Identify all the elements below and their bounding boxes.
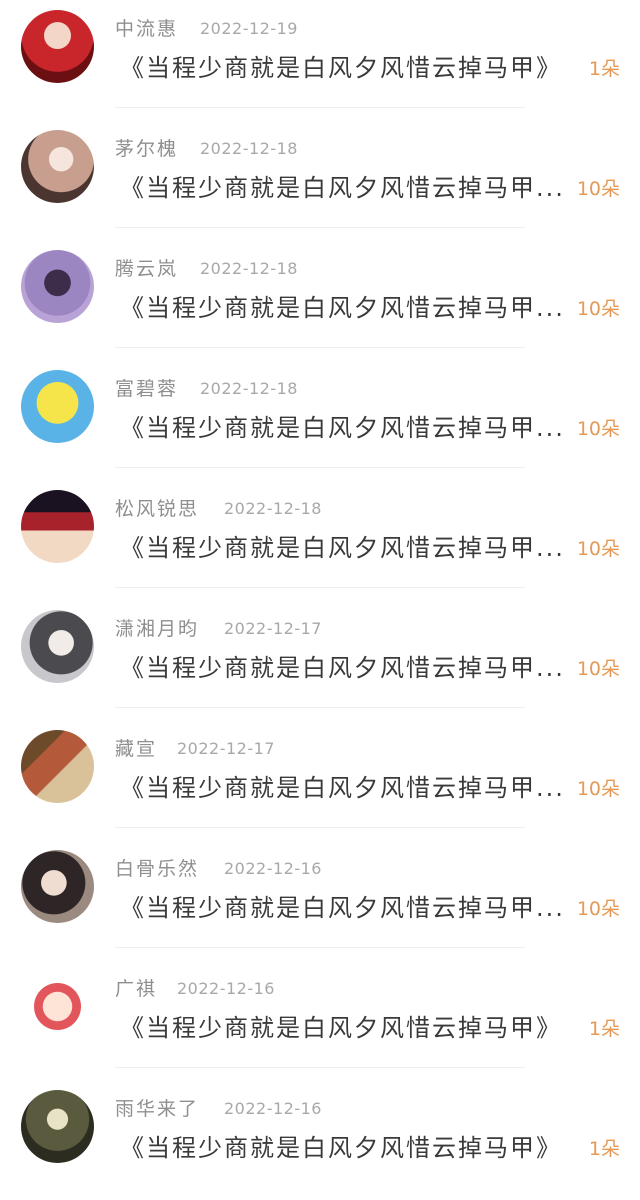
gift-date: 2022-12-17 xyxy=(177,739,275,758)
gift-book-title[interactable]: 《当程少商就是白风夕风惜云掉马甲... xyxy=(120,288,580,323)
divider xyxy=(115,827,525,828)
flower-count: 10朵 xyxy=(576,418,620,440)
list-item[interactable]: 腾云岚 2022-12-18 《当程少商就是白风夕风惜云掉马甲... 10朵 xyxy=(0,240,640,360)
avatar[interactable] xyxy=(21,610,94,683)
divider xyxy=(115,107,525,108)
list-item[interactable]: 富碧蓉 2022-12-18 《当程少商就是白风夕风惜云掉马甲... 10朵 xyxy=(0,360,640,480)
gift-date: 2022-12-18 xyxy=(200,379,298,398)
flower-count: 10朵 xyxy=(576,778,620,800)
gift-date: 2022-12-18 xyxy=(200,139,298,158)
divider xyxy=(115,1067,525,1068)
list-item[interactable]: 藏宣 2022-12-17 《当程少商就是白风夕风惜云掉马甲... 10朵 xyxy=(0,720,640,840)
gift-book-title[interactable]: 《当程少商就是白风夕风惜云掉马甲》 xyxy=(120,1008,580,1043)
avatar[interactable] xyxy=(21,730,94,803)
gift-date: 2022-12-17 xyxy=(224,619,322,638)
gift-date: 2022-12-18 xyxy=(224,499,322,518)
gift-book-title[interactable]: 《当程少商就是白风夕风惜云掉马甲... xyxy=(120,888,580,923)
divider xyxy=(115,707,525,708)
person-avatar-icon xyxy=(21,490,94,563)
divider xyxy=(115,467,525,468)
gift-book-title[interactable]: 《当程少商就是白风夕风惜云掉马甲... xyxy=(120,408,580,443)
user-name[interactable]: 富碧蓉 xyxy=(115,374,178,401)
user-name[interactable]: 茅尔槐 xyxy=(115,134,178,161)
gift-date: 2022-12-16 xyxy=(224,1099,322,1118)
flower-count: 10朵 xyxy=(576,658,620,680)
person-avatar-icon xyxy=(21,130,94,203)
avatar[interactable] xyxy=(21,250,94,323)
divider xyxy=(115,947,525,948)
gift-date: 2022-12-19 xyxy=(200,19,298,38)
avatar[interactable] xyxy=(21,370,94,443)
cartoon-avatar-icon xyxy=(21,370,94,443)
avatar[interactable] xyxy=(21,970,94,1043)
divider xyxy=(115,587,525,588)
divider xyxy=(115,347,525,348)
user-name[interactable]: 中流惠 xyxy=(115,14,178,41)
gift-book-title[interactable]: 《当程少商就是白风夕风惜云掉马甲... xyxy=(120,528,580,563)
list-item[interactable]: 潇湘月昀 2022-12-17 《当程少商就是白风夕风惜云掉马甲... 10朵 xyxy=(0,600,640,720)
list-item[interactable]: 茅尔槐 2022-12-18 《当程少商就是白风夕风惜云掉马甲... 10朵 xyxy=(0,120,640,240)
avatar[interactable] xyxy=(21,10,94,83)
gift-book-title[interactable]: 《当程少商就是白风夕风惜云掉马甲》 xyxy=(120,1128,580,1163)
gift-book-title[interactable]: 《当程少商就是白风夕风惜云掉马甲... xyxy=(120,768,580,803)
user-name[interactable]: 松风锐思 xyxy=(115,494,199,521)
user-name[interactable]: 潇湘月昀 xyxy=(115,614,199,641)
list-item[interactable]: 广祺 2022-12-16 《当程少商就是白风夕风惜云掉马甲》 1朵 xyxy=(0,960,640,1080)
gift-date: 2022-12-16 xyxy=(177,979,275,998)
photo-avatar-icon xyxy=(21,730,94,803)
list-item[interactable]: 白骨乐然 2022-12-16 《当程少商就是白风夕风惜云掉马甲... 10朵 xyxy=(0,840,640,960)
user-name[interactable]: 腾云岚 xyxy=(115,254,178,281)
gift-date: 2022-12-18 xyxy=(200,259,298,278)
flower-count: 10朵 xyxy=(576,538,620,560)
avatar[interactable] xyxy=(21,490,94,563)
cartoon-avatar-icon xyxy=(21,970,94,1043)
user-name[interactable]: 雨华来了 xyxy=(115,1094,199,1121)
gift-date: 2022-12-16 xyxy=(224,859,322,878)
user-name[interactable]: 白骨乐然 xyxy=(115,854,199,881)
flower-count: 10朵 xyxy=(576,298,620,320)
list-item[interactable]: 松风锐思 2022-12-18 《当程少商就是白风夕风惜云掉马甲... 10朵 xyxy=(0,480,640,600)
person-avatar-icon xyxy=(21,1090,94,1163)
flower-count: 1朵 xyxy=(588,1018,620,1040)
list-item[interactable]: 雨华来了 2022-12-16 《当程少商就是白风夕风惜云掉马甲》 1朵 xyxy=(0,1080,640,1200)
gift-book-title[interactable]: 《当程少商就是白风夕风惜云掉马甲》 xyxy=(120,48,580,83)
gift-book-title[interactable]: 《当程少商就是白风夕风惜云掉马甲... xyxy=(120,648,580,683)
user-name[interactable]: 藏宣 xyxy=(115,734,157,761)
gift-record-list: 中流惠 2022-12-19 《当程少商就是白风夕风惜云掉马甲》 1朵 茅尔槐 2022-… xyxy=(0,0,640,1163)
person-avatar-icon xyxy=(21,850,94,923)
flower-count: 10朵 xyxy=(576,898,620,920)
divider xyxy=(115,227,525,228)
avatar[interactable] xyxy=(21,1090,94,1163)
list-item[interactable]: 中流惠 2022-12-19 《当程少商就是白风夕风惜云掉马甲》 1朵 xyxy=(0,0,640,120)
avatar[interactable] xyxy=(21,850,94,923)
person-avatar-icon xyxy=(21,610,94,683)
person-avatar-icon xyxy=(21,10,94,83)
gift-book-title[interactable]: 《当程少商就是白风夕风惜云掉马甲... xyxy=(120,168,580,203)
flower-count: 1朵 xyxy=(588,58,620,80)
avatar[interactable] xyxy=(21,130,94,203)
flower-count: 10朵 xyxy=(576,178,620,200)
person-avatar-icon xyxy=(21,250,94,323)
user-name[interactable]: 广祺 xyxy=(115,974,157,1001)
